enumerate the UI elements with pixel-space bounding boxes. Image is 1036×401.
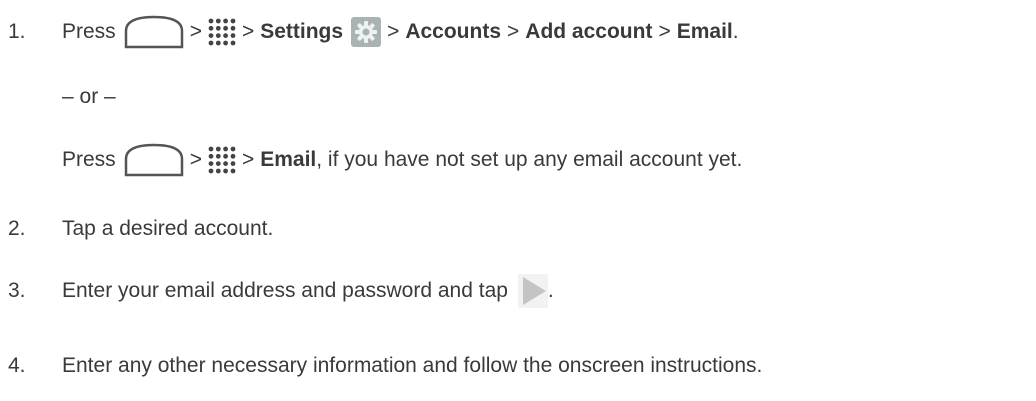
email-label: Email bbox=[676, 20, 733, 43]
step-1: 1. Press > > Settings > Accounts > Add a… bbox=[0, 12, 739, 52]
or-text: – or – bbox=[62, 85, 116, 108]
settings-icon bbox=[351, 17, 382, 47]
step-number: 2. bbox=[8, 217, 26, 240]
step-text: Enter your email address and password an… bbox=[62, 279, 508, 302]
or-line: – or – bbox=[0, 77, 116, 117]
email-suffix: , if you have not set up any email accou… bbox=[316, 148, 743, 171]
period: . bbox=[732, 20, 739, 43]
step-text: Tap a desired account. bbox=[62, 217, 274, 240]
add-account-label: Add account bbox=[525, 20, 653, 43]
email-label: Email bbox=[260, 148, 317, 171]
separator: > bbox=[658, 20, 671, 43]
separator: > bbox=[189, 148, 202, 171]
press-text: Press bbox=[62, 148, 116, 171]
apps-icon bbox=[208, 146, 236, 174]
settings-label: Settings bbox=[260, 20, 344, 43]
step-3: 3. Enter your email address and password… bbox=[0, 271, 554, 311]
step-1-alternate: Press > > Email , if you have not set up… bbox=[0, 140, 742, 180]
step-number: 4. bbox=[8, 354, 26, 377]
home-icon bbox=[124, 15, 184, 49]
apps-icon bbox=[208, 18, 236, 46]
separator: > bbox=[387, 20, 400, 43]
step-text: Enter any other necessary information an… bbox=[62, 354, 763, 377]
press-text: Press bbox=[62, 20, 116, 43]
home-icon bbox=[124, 143, 184, 177]
step-4: 4. Enter any other necessary information… bbox=[0, 346, 762, 386]
accounts-label: Accounts bbox=[405, 20, 502, 43]
next-arrow-icon bbox=[517, 274, 548, 308]
separator: > bbox=[507, 20, 520, 43]
separator: > bbox=[241, 20, 255, 43]
step-2: 2. Tap a desired account. bbox=[0, 209, 273, 249]
step-number: 3. bbox=[8, 279, 26, 302]
separator: > bbox=[241, 148, 255, 171]
separator: > bbox=[189, 20, 202, 43]
period: . bbox=[547, 279, 554, 302]
step-number: 1. bbox=[8, 20, 26, 43]
